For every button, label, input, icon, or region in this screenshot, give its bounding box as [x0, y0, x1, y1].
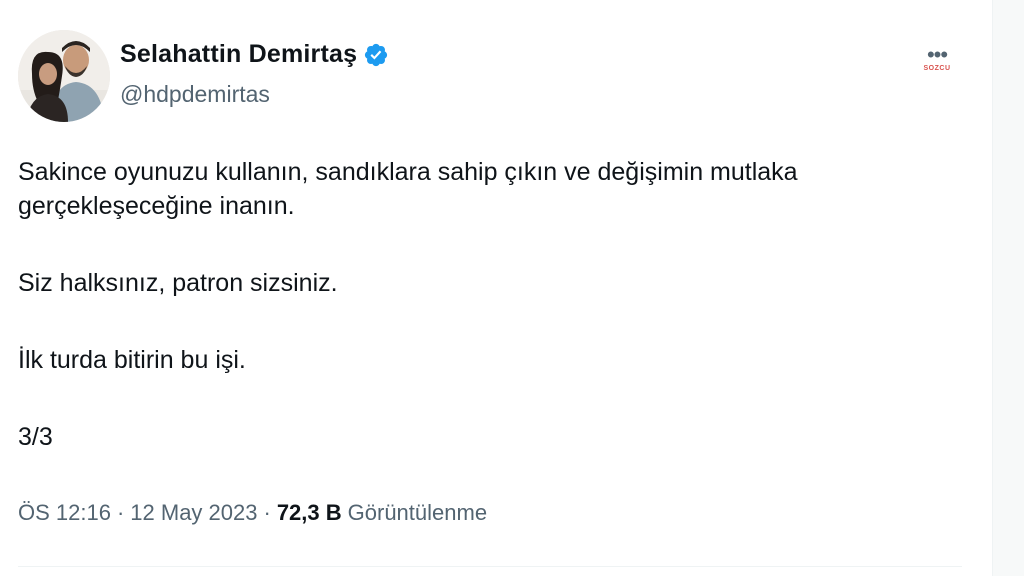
views-label: Görüntülenme: [347, 500, 488, 525]
verified-badge-icon[interactable]: [363, 42, 389, 68]
author-handle[interactable]: @hdpdemirtas: [120, 81, 389, 108]
tweet-paragraph-2: Siz halksınız, patron sizsiniz.: [18, 269, 338, 297]
tweet-card: Selahattin Demirtaş @hdpdemirtas ••• SOZ…: [0, 0, 993, 576]
tweet-date[interactable]: 12 May 2023: [130, 500, 257, 526]
tweet-text: Sakince oyunuzu kullanın, sandıklara sah…: [18, 155, 968, 454]
avatar[interactable]: [18, 30, 110, 122]
right-gutter: [993, 0, 1024, 576]
tweet-time[interactable]: ÖS 12:16: [18, 500, 111, 526]
more-options-button[interactable]: ••• SOZCU: [912, 41, 962, 76]
divider: [18, 566, 962, 567]
meta-separator: ·: [116, 500, 125, 525]
tweet-header: Selahattin Demirtaş @hdpdemirtas ••• SOZ…: [18, 30, 962, 126]
tweet-paragraph-3: İlk turda bitirin bu işi.: [18, 346, 246, 374]
avatar-photo: [18, 30, 110, 122]
tweet-paragraph-1-line-1: Sakince oyunuzu kullanın, sandıklara sah…: [18, 158, 798, 186]
more-options-icon: •••: [926, 41, 948, 67]
watermark-logo: SOZCU: [923, 64, 951, 72]
author-name-row[interactable]: Selahattin Demirtaş: [120, 40, 389, 69]
meta-separator: ·: [263, 500, 271, 525]
author-display-name[interactable]: Selahattin Demirtaş: [120, 40, 357, 69]
user-info: Selahattin Demirtaş @hdpdemirtas: [120, 40, 389, 108]
tweet-paragraph-1-line-2: gerçekleşeceğine inanın.: [18, 192, 295, 220]
tweet-meta: ÖS 12:16 · 12 May 2023 · 72,3 B Görüntül…: [18, 500, 487, 526]
tweet-paragraph-4: 3/3: [18, 423, 53, 451]
views-count: 72,3 B: [276, 500, 342, 525]
tweet-paragraph-1: Sakince oyunuzu kullanın, sandıklara sah…: [18, 155, 968, 223]
